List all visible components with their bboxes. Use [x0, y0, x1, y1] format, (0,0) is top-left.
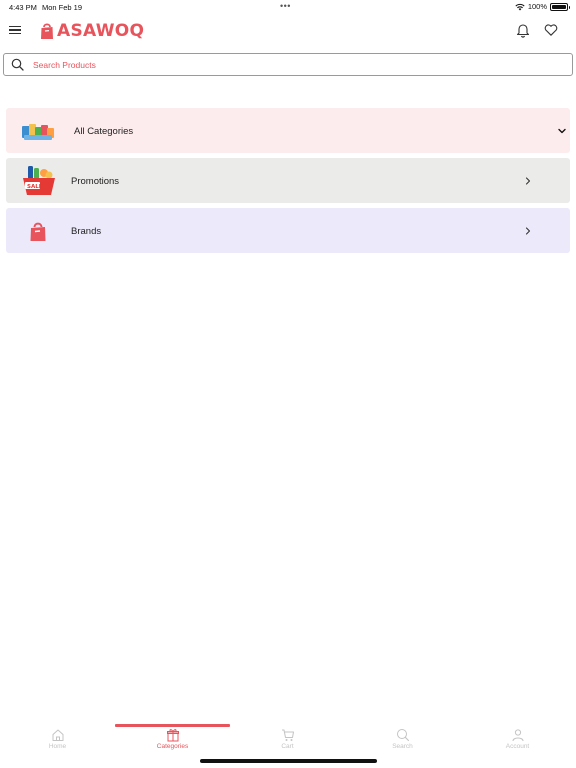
tab-label: Categories: [156, 743, 189, 750]
wifi-icon: [515, 3, 525, 10]
category-label: Promotions: [71, 176, 120, 187]
status-right: 100%: [515, 2, 570, 11]
tab-home[interactable]: Home: [0, 728, 115, 754]
gift-box-icon: [166, 729, 179, 742]
tab-label: Cart: [281, 743, 294, 750]
battery-percent: 100%: [527, 2, 547, 11]
category-row-all-categories[interactable]: All Categories: [6, 108, 570, 153]
logo-text: ASAWOQ: [57, 21, 145, 41]
chevron-down-icon[interactable]: [557, 126, 567, 136]
active-tab-indicator: [115, 724, 230, 727]
menu-icon[interactable]: [9, 23, 23, 37]
user-icon: [512, 729, 523, 742]
bell-icon[interactable]: [516, 22, 530, 38]
grocery-products-icon: [18, 113, 58, 149]
multitasking-dots[interactable]: •••: [280, 1, 291, 11]
status-time: 4:43 PM: [9, 3, 37, 12]
cart-icon: [281, 729, 294, 741]
logo-bag-icon: [41, 23, 53, 39]
app-logo[interactable]: ASAWOQ: [40, 19, 144, 43]
search-icon: [5, 54, 29, 75]
chevron-right-icon[interactable]: [523, 176, 533, 186]
category-row-promotions[interactable]: SALE Promotions: [6, 158, 570, 203]
svg-text:SALE: SALE: [27, 184, 43, 190]
home-icon: [52, 729, 63, 741]
home-indicator[interactable]: [200, 759, 377, 763]
tab-label: Account: [505, 743, 530, 750]
app-header: ASAWOQ: [0, 14, 576, 50]
shopping-bag-icon: [18, 213, 58, 249]
search-bar[interactable]: [3, 53, 573, 76]
search-input[interactable]: [33, 59, 553, 70]
category-row-brands[interactable]: Brands: [6, 208, 570, 253]
sale-basket-icon: SALE: [19, 163, 59, 199]
search-icon: [396, 729, 409, 742]
category-label: Brands: [71, 226, 102, 237]
tab-label: Search: [392, 743, 413, 750]
chevron-right-icon[interactable]: [523, 226, 533, 236]
category-label: All Categories: [74, 126, 134, 137]
battery-icon: [550, 2, 570, 11]
heart-icon[interactable]: [544, 23, 558, 37]
tab-account[interactable]: Account: [460, 728, 575, 754]
status-date: Mon Feb 19: [42, 3, 83, 12]
status-bar: 4:43 PM Mon Feb 19 ••• 100%: [0, 0, 576, 14]
tab-categories[interactable]: Categories: [115, 728, 230, 754]
tab-search[interactable]: Search: [345, 728, 460, 754]
tab-label: Home: [48, 743, 67, 750]
tab-cart[interactable]: Cart: [230, 728, 345, 754]
category-list: All Categories SALE Promotions Brands: [6, 108, 570, 258]
